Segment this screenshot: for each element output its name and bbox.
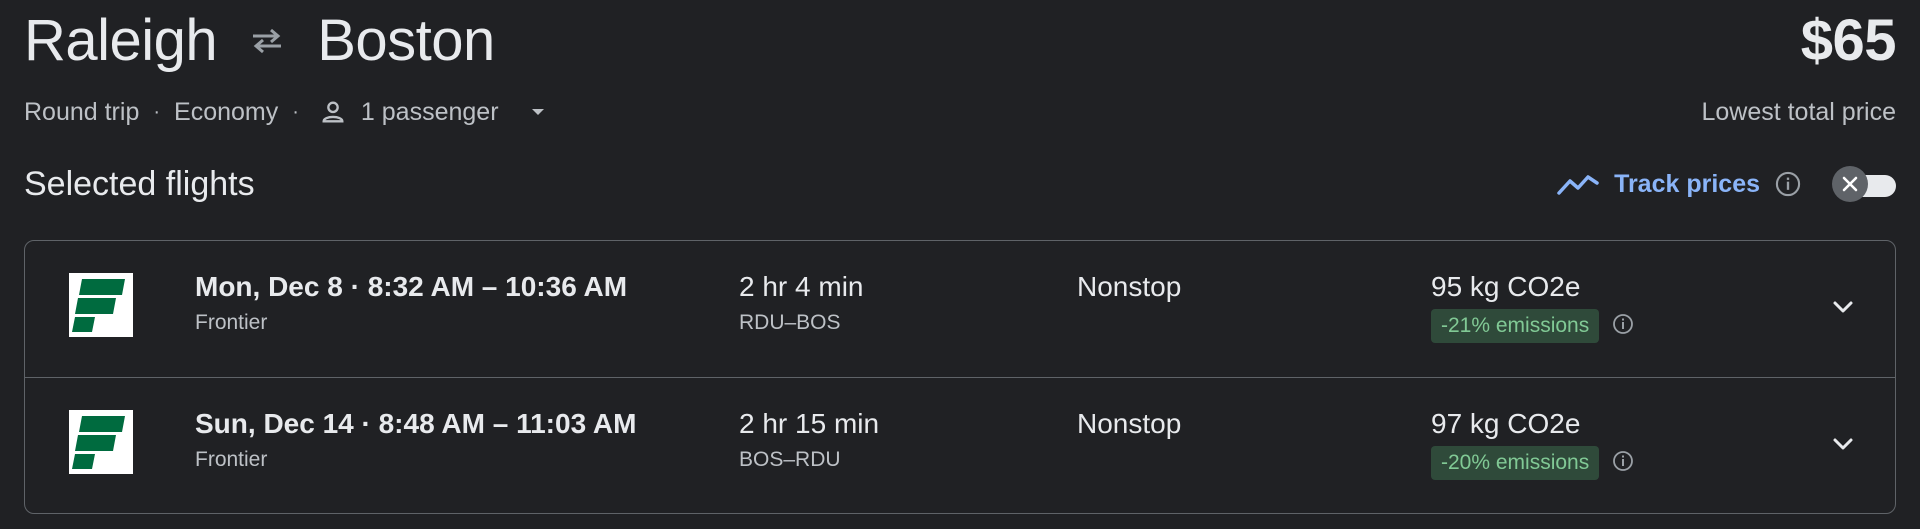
- route: Raleigh Boston: [24, 6, 495, 76]
- flight-times: Sun, Dec 14 · 8:48 AM – 11:03 AM Frontie…: [195, 406, 636, 474]
- info-icon[interactable]: [1774, 170, 1802, 198]
- origin-city: Raleigh: [24, 8, 218, 73]
- flight-emissions: 95 kg CO2e -21% emissions: [1431, 269, 1639, 343]
- lowest-price-label: Lowest total price: [1701, 97, 1896, 126]
- airline-name: Frontier: [195, 448, 268, 471]
- selected-flights-title: Selected flights: [24, 164, 255, 203]
- swap-arrows-icon: [245, 23, 289, 59]
- trip-type: Round trip: [24, 97, 140, 126]
- trip-options-row: Round trip · Economy · 1 passenger Lowes…: [24, 82, 1896, 142]
- flight-emissions: 97 kg CO2e -20% emissions: [1431, 406, 1639, 480]
- destination-city: Boston: [317, 8, 495, 73]
- info-icon[interactable]: [1611, 449, 1639, 477]
- flight-duration: 2 hr 15 min BOS–RDU: [739, 406, 879, 474]
- trend-line-icon: [1556, 169, 1600, 199]
- cabin-class: Economy: [174, 97, 279, 126]
- flight-times: Mon, Dec 8 · 8:32 AM – 10:36 AM Frontier: [195, 269, 627, 337]
- selected-flights-header: Selected flights Track prices: [24, 148, 1896, 220]
- frontier-logo: [69, 273, 133, 337]
- emissions-value: 95 kg CO2e: [1431, 271, 1581, 302]
- duration-value: 2 hr 4 min: [739, 271, 864, 302]
- emissions-badge-row: -21% emissions: [1431, 309, 1639, 343]
- flight-duration: 2 hr 4 min RDU–BOS: [739, 269, 864, 337]
- track-prices-toggle[interactable]: [1832, 166, 1896, 202]
- duration-value: 2 hr 15 min: [739, 408, 880, 439]
- frontier-logo: [69, 410, 133, 474]
- separator-dot: ·: [153, 100, 161, 123]
- flight-date-times: Mon, Dec 8 · 8:32 AM – 10:36 AM: [195, 271, 628, 302]
- stops-value: Nonstop: [1077, 408, 1182, 439]
- emissions-badge: -21% emissions: [1431, 309, 1600, 343]
- selected-flights-card: Mon, Dec 8 · 8:32 AM – 10:36 AM Frontier…: [24, 240, 1896, 514]
- emissions-badge: -20% emissions: [1431, 446, 1600, 480]
- flight-row-return[interactable]: Sun, Dec 14 · 8:48 AM – 11:03 AM Frontie…: [25, 377, 1895, 513]
- close-icon: [1832, 166, 1868, 202]
- flight-stops: Nonstop: [1077, 406, 1181, 442]
- flight-row-outbound[interactable]: Mon, Dec 8 · 8:32 AM – 10:36 AM Frontier…: [25, 241, 1895, 377]
- airline-name: Frontier: [195, 311, 268, 334]
- emissions-badge-row: -20% emissions: [1431, 446, 1639, 480]
- info-icon[interactable]: [1611, 312, 1639, 340]
- airport-codes: RDU–BOS: [739, 311, 841, 334]
- track-prices: Track prices: [1556, 166, 1896, 202]
- stops-value: Nonstop: [1077, 271, 1182, 302]
- route-header: Raleigh Boston $65: [24, 0, 1897, 82]
- airport-codes: BOS–RDU: [739, 448, 841, 471]
- lowest-price: $65: [1800, 8, 1897, 73]
- passenger-selector[interactable]: 1 passenger: [361, 98, 499, 127]
- chevron-down-icon[interactable]: [1825, 289, 1861, 325]
- separator-dot: ·: [292, 100, 299, 123]
- track-prices-label[interactable]: Track prices: [1614, 170, 1760, 199]
- chevron-down-icon[interactable]: [1825, 426, 1861, 462]
- emissions-value: 97 kg CO2e: [1431, 408, 1581, 439]
- flight-stops: Nonstop: [1077, 269, 1181, 305]
- flight-date-times: Sun, Dec 14 · 8:48 AM – 11:03 AM: [195, 408, 637, 439]
- flight-summary-page: Raleigh Boston $65 Round trip · Economy …: [0, 0, 1920, 529]
- caret-down-icon[interactable]: [527, 101, 549, 123]
- trip-options: Round trip · Economy · 1 passenger: [24, 98, 549, 127]
- person-icon: [319, 98, 347, 126]
